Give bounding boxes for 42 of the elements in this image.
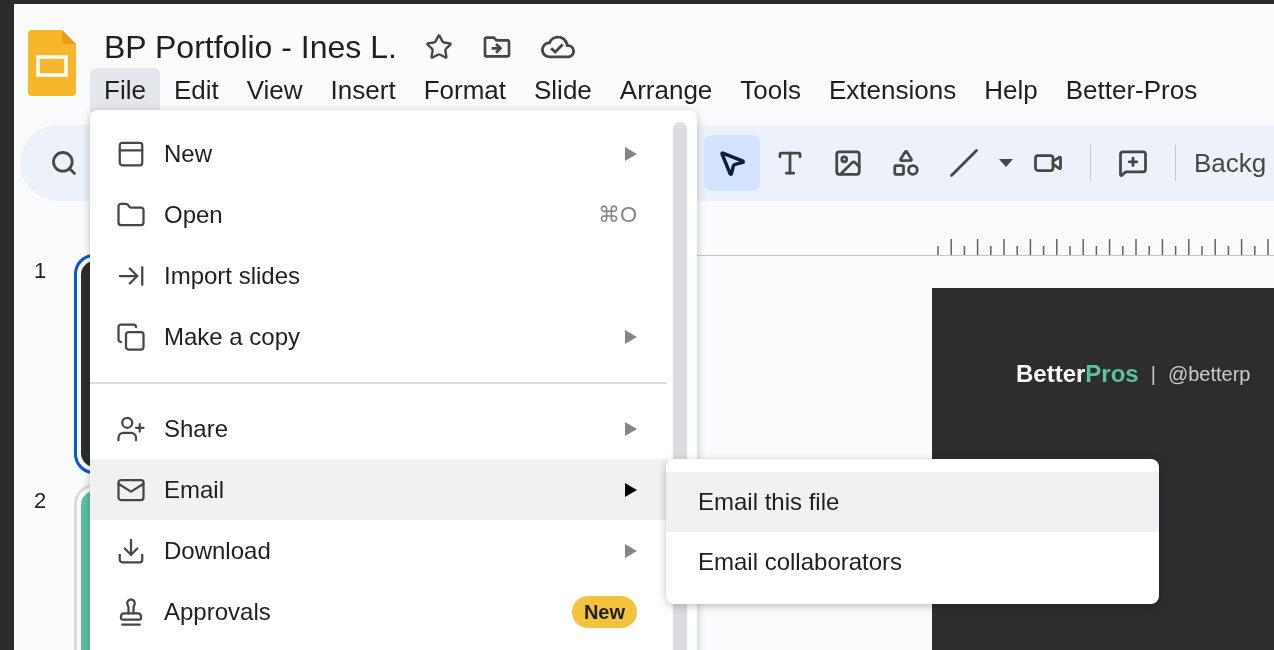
menu-bar-item[interactable]: File (90, 68, 160, 112)
menu-bar-item[interactable]: Edit (159, 68, 233, 112)
menu-item[interactable]: Email (90, 459, 667, 520)
menu-bar-item[interactable]: Arrange (605, 68, 727, 112)
menu-item-label: Download (164, 535, 272, 566)
pointer-icon[interactable] (704, 135, 760, 191)
menu-item[interactable]: Download (90, 520, 667, 581)
copy-icon (116, 321, 146, 352)
menu-bar-item[interactable]: Slide (520, 68, 606, 112)
menu-item[interactable]: New (90, 123, 667, 184)
menu-bar-item[interactable]: View (232, 68, 317, 112)
menu-item[interactable]: Share (90, 398, 667, 459)
slide-number: 1 (34, 257, 48, 285)
menu-bar-item[interactable]: Extensions (815, 68, 971, 112)
star-icon[interactable] (424, 33, 453, 61)
menu-item-label: Share (164, 413, 230, 444)
menu-item-label: Approvals (164, 596, 272, 627)
menu-bar-item[interactable]: Format (409, 68, 520, 112)
menu-bar-item[interactable]: Tools (726, 68, 815, 112)
social-handle: @betterp (1167, 362, 1251, 387)
menu-item[interactable]: Make a copy (90, 306, 667, 367)
background-button[interactable]: Backg (1190, 143, 1267, 183)
submenu-item[interactable]: Email collaborators (666, 532, 1159, 592)
brand-logo: BetterPros (1016, 359, 1139, 389)
menu-item-label: Email (164, 474, 225, 505)
menu-bar-item[interactable]: Help (970, 68, 1052, 112)
menu-item-label: Import slides (164, 260, 302, 291)
search-icon[interactable] (50, 149, 78, 177)
menu-bar-item[interactable]: Insert (316, 68, 410, 112)
submenu-item[interactable]: Email this file (666, 472, 1159, 532)
new-badge: New (571, 595, 637, 628)
divider-text: | (1150, 362, 1156, 387)
keyboard-shortcut: ⌘O (597, 201, 637, 229)
menu-item[interactable]: Open ⌘O (90, 184, 667, 245)
menu-item-label: Make a copy (164, 321, 302, 352)
menu-item[interactable]: Approvals New (90, 581, 667, 642)
menu-item-label: New (164, 138, 213, 169)
menu-bar-item[interactable]: Better-Pros (1051, 68, 1212, 112)
slide-number: 2 (34, 487, 48, 515)
menu-item[interactable]: Import slides (90, 245, 667, 306)
document-title[interactable]: BP Portfolio - Ines L. (104, 23, 397, 71)
menu-item-label: Open (164, 199, 224, 230)
